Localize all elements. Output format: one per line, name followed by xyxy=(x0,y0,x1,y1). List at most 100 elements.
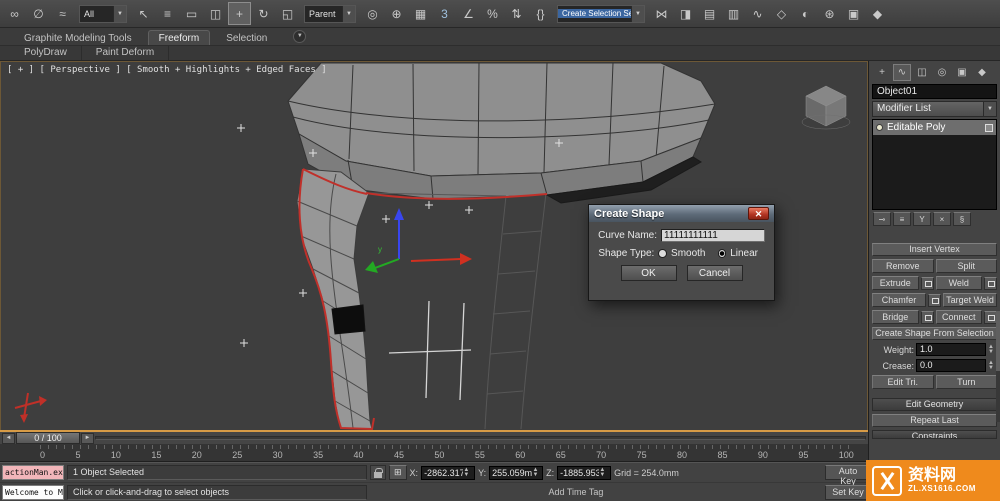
set-key-button[interactable]: Set Key xyxy=(825,484,871,500)
select-by-name-icon[interactable]: ≡ xyxy=(156,2,179,25)
tab-hierarchy-icon[interactable]: ◫ xyxy=(913,64,931,81)
render-setup-icon[interactable]: ⊛ xyxy=(818,2,841,25)
select-object-icon[interactable]: ↖ xyxy=(132,2,155,25)
time-step-back-button[interactable]: ◄ xyxy=(2,432,15,444)
time-slider-handle[interactable]: 0 / 100 xyxy=(16,432,80,444)
rectangular-selection-icon[interactable]: ▭ xyxy=(180,2,203,25)
layer-manager-icon[interactable]: ▤ xyxy=(698,2,721,25)
keyboard-override-icon[interactable]: ▦ xyxy=(409,2,432,25)
angle-snap-icon[interactable]: ∠ xyxy=(457,2,480,25)
ribbon-panel-tab[interactable]: PolyDraw xyxy=(10,46,82,60)
auto-key-button[interactable]: Auto Key xyxy=(825,465,871,486)
visibility-bulb-icon[interactable] xyxy=(876,124,883,131)
modifier-list-dropdown[interactable]: Modifier List ▼ xyxy=(872,101,997,117)
viewport-label[interactable]: [ + ] [ Perspective ] [ Smooth + Highlig… xyxy=(7,65,327,75)
smooth-radio[interactable] xyxy=(658,249,668,258)
panel-scrollbar[interactable] xyxy=(996,311,1000,422)
schematic-view-icon[interactable]: ◇ xyxy=(770,2,793,25)
tab-freeform[interactable]: Freeform xyxy=(147,30,211,45)
align-icon[interactable]: ◨ xyxy=(674,2,697,25)
curve-name-input[interactable] xyxy=(661,229,765,242)
time-slider-track[interactable] xyxy=(95,436,866,440)
time-step-forward-button[interactable]: ► xyxy=(81,432,94,444)
weight-field[interactable]: 1.0 xyxy=(916,343,986,356)
turn-button[interactable]: Turn xyxy=(935,375,997,389)
pin-stack-icon[interactable]: ⊸ xyxy=(873,212,891,226)
tab-utilities-icon[interactable]: ◆ xyxy=(973,64,991,81)
dialog-title-bar[interactable]: Create Shape ✕ xyxy=(589,205,774,222)
y-coordinate-field[interactable]: 255.059mm▲▼ xyxy=(489,465,544,480)
tab-selection[interactable]: Selection xyxy=(216,31,277,45)
edit-geometry-rollout-header[interactable]: Edit Geometry xyxy=(872,398,997,411)
tab-create-icon[interactable]: + xyxy=(873,64,891,81)
render-production-icon[interactable]: ◆ xyxy=(866,2,889,25)
chamfer-button[interactable]: Chamfer xyxy=(872,293,926,307)
add-time-tag[interactable]: Add Time Tag xyxy=(549,487,644,497)
edit-tri-button[interactable]: Edit Tri. xyxy=(872,375,934,389)
reference-coordinate-dropdown[interactable]: Parent ▼ xyxy=(304,4,356,23)
tab-motion-icon[interactable]: ◎ xyxy=(933,64,951,81)
bind-to-space-warp-icon[interactable]: ≈ xyxy=(51,2,74,25)
track-bar[interactable]: 0 5 10 15 20 25 30 35 40 45 50 55 60 65 70 75 80 85 90 95 10… xyxy=(0,444,868,462)
tab-graphite-modeling-tools[interactable]: Graphite Modeling Tools xyxy=(14,31,142,45)
graphite-toggle-icon[interactable]: ▥ xyxy=(722,2,745,25)
material-editor-icon[interactable]: ◐ xyxy=(794,2,817,25)
close-icon[interactable]: ✕ xyxy=(748,207,769,220)
window-crossing-icon[interactable]: ◫ xyxy=(204,2,227,25)
time-slider[interactable]: ◄ 0 / 100 ► xyxy=(0,430,868,444)
constraints-rollout-header[interactable]: Constraints xyxy=(872,430,997,439)
ribbon-panel-tab[interactable]: Paint Deform xyxy=(82,46,170,60)
spinner-snap-icon[interactable]: ⇅ xyxy=(505,2,528,25)
unlink-selection-icon[interactable]: ∅ xyxy=(27,2,50,25)
weld-button[interactable]: Weld xyxy=(935,276,982,290)
repeat-last-button[interactable]: Repeat Last xyxy=(872,414,997,427)
named-selection-sets-icon[interactable]: {} xyxy=(529,2,552,25)
remove-button[interactable]: Remove xyxy=(872,259,934,273)
insert-vertex-button[interactable]: Insert Vertex xyxy=(872,243,997,256)
select-and-scale-icon[interactable]: ◱ xyxy=(276,2,299,25)
extrude-settings-button[interactable] xyxy=(920,276,934,290)
ok-button[interactable]: OK xyxy=(620,265,677,281)
absolute-mode-toggle[interactable]: ⊞ xyxy=(389,465,407,480)
tab-display-icon[interactable]: ▣ xyxy=(953,64,971,81)
maxscript-macro-line[interactable]: actionMan.exec xyxy=(2,465,64,480)
maxscript-listener-line[interactable]: Welcome to MAX! xyxy=(2,484,64,500)
make-unique-icon[interactable]: Y xyxy=(913,212,931,226)
modifier-stack[interactable]: Editable Poly xyxy=(872,119,997,210)
object-name-field[interactable]: Object01 xyxy=(872,84,997,99)
show-end-result-icon[interactable]: ≡ xyxy=(893,212,911,226)
curve-editor-icon[interactable]: ∿ xyxy=(746,2,769,25)
select-and-move-icon[interactable]: + xyxy=(228,2,251,25)
linear-radio[interactable] xyxy=(717,249,727,258)
selection-filter-dropdown[interactable]: All ▼ xyxy=(79,4,127,23)
select-and-rotate-icon[interactable]: ↻ xyxy=(252,2,275,25)
configure-modifier-sets-icon[interactable]: § xyxy=(953,212,971,226)
named-selection-set-combobox[interactable]: Create Selection Se ▼ xyxy=(557,4,645,23)
snaps-toggle-icon[interactable]: 3 xyxy=(433,2,456,25)
percent-snap-icon[interactable]: % xyxy=(481,2,504,25)
split-button[interactable]: Split xyxy=(935,259,997,273)
x-coordinate-field[interactable]: -2862.317 ▲ ▼ xyxy=(421,465,476,480)
selection-lock-toggle[interactable] xyxy=(370,465,386,480)
weld-settings-button[interactable] xyxy=(984,276,997,290)
edge-strip-mesh[interactable] xyxy=(296,168,373,430)
axis-gizmo[interactable]: y xyxy=(365,208,472,273)
remove-modifier-icon[interactable]: × xyxy=(933,212,951,226)
bridge-button[interactable]: Bridge xyxy=(872,310,919,324)
connect-button[interactable]: Connect xyxy=(935,310,982,324)
z-coordinate-field[interactable]: -1885.953 ▲ ▼ xyxy=(557,465,612,480)
mirror-icon[interactable]: ⋈ xyxy=(650,2,673,25)
select-and-manipulate-icon[interactable]: ⊕ xyxy=(385,2,408,25)
select-and-link-icon[interactable]: ∞ xyxy=(3,2,26,25)
cancel-button[interactable]: Cancel xyxy=(686,265,743,281)
view-cube[interactable] xyxy=(801,85,851,130)
tab-modify-icon[interactable]: ∿ xyxy=(893,63,911,81)
target-weld-button[interactable]: Target Weld xyxy=(943,293,997,307)
rendered-frame-icon[interactable]: ▣ xyxy=(842,2,865,25)
create-shape-from-selection-button[interactable]: Create Shape From Selection xyxy=(872,327,997,340)
ribbon-menu-button[interactable]: ▼ xyxy=(293,30,307,43)
chamfer-settings-button[interactable] xyxy=(928,293,941,307)
bridge-settings-button[interactable] xyxy=(920,310,934,324)
use-pivot-center-icon[interactable]: ◎ xyxy=(361,2,384,25)
extrude-button[interactable]: Extrude xyxy=(872,276,919,290)
